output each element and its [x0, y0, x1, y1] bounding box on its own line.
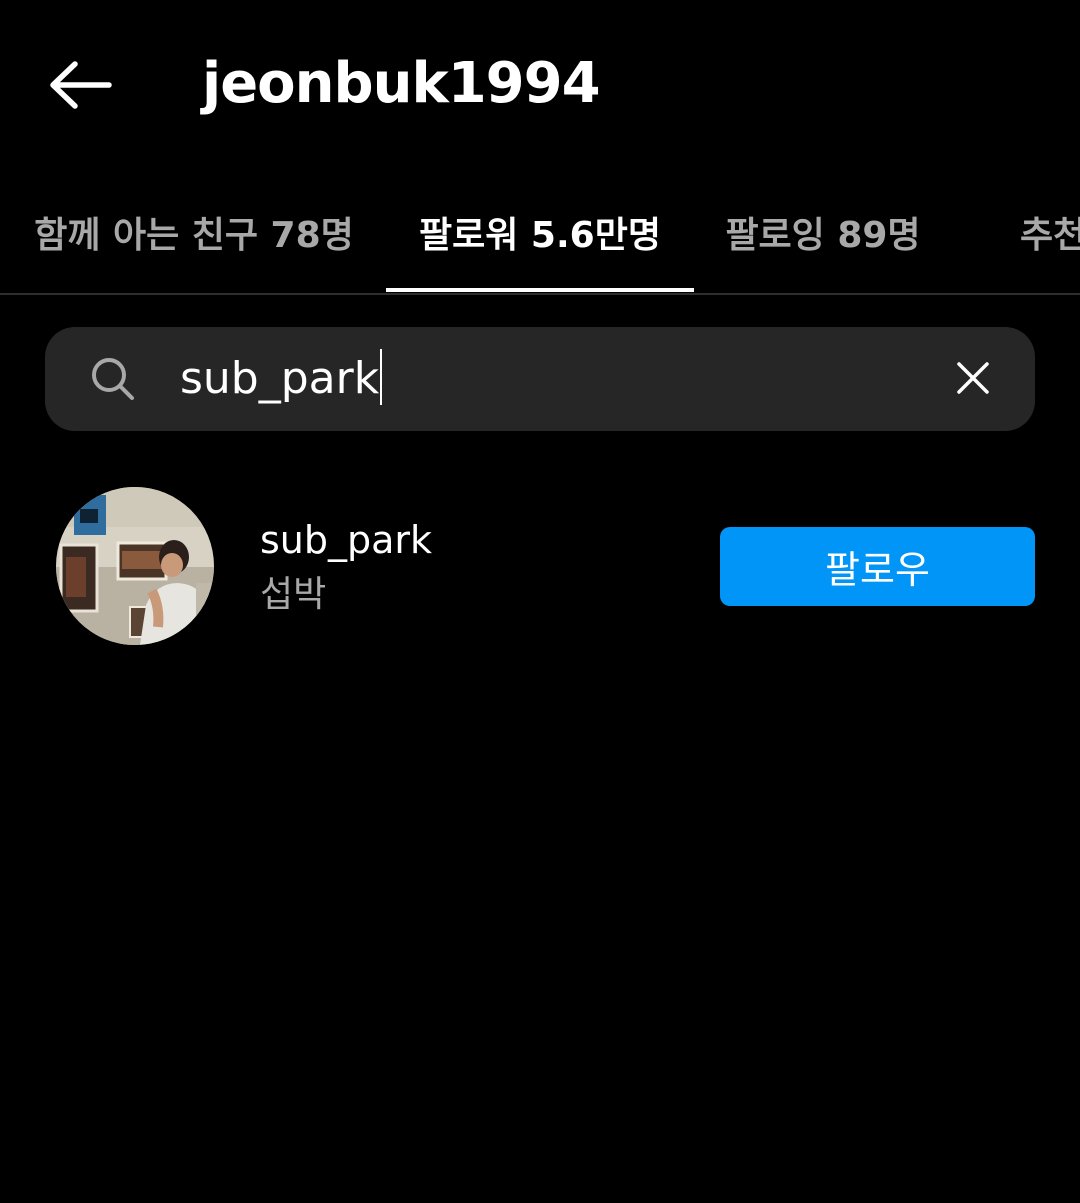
- clear-search-button[interactable]: [945, 350, 1001, 406]
- arrow-left-icon: [50, 61, 112, 109]
- avatar[interactable]: [56, 487, 214, 645]
- result-username[interactable]: sub_park: [260, 515, 432, 565]
- active-tab-indicator: [386, 288, 694, 292]
- search-icon: [92, 358, 134, 400]
- follow-tabs: 함께 아는 친구 78명 팔로워 5.6만명 팔로잉 89명 추천: [0, 170, 1080, 294]
- avatar-photo: [56, 487, 214, 645]
- tabs-divider: [0, 293, 1080, 295]
- page-title: jeonbuk1994: [202, 51, 601, 116]
- tab-followers[interactable]: 팔로워 5.6만명: [386, 170, 694, 294]
- top-bar: jeonbuk1994: [0, 0, 1080, 170]
- tab-following[interactable]: 팔로잉 89명: [710, 170, 936, 294]
- tab-mutual-friends[interactable]: 함께 아는 친구 78명: [18, 170, 370, 294]
- search-bar[interactable]: [45, 327, 1035, 431]
- tab-suggested[interactable]: 추천: [1020, 170, 1080, 294]
- close-icon: [957, 362, 989, 394]
- follow-button[interactable]: 팔로우: [720, 527, 1035, 606]
- result-full-name: 섭박: [260, 574, 327, 615]
- back-button[interactable]: [40, 50, 120, 120]
